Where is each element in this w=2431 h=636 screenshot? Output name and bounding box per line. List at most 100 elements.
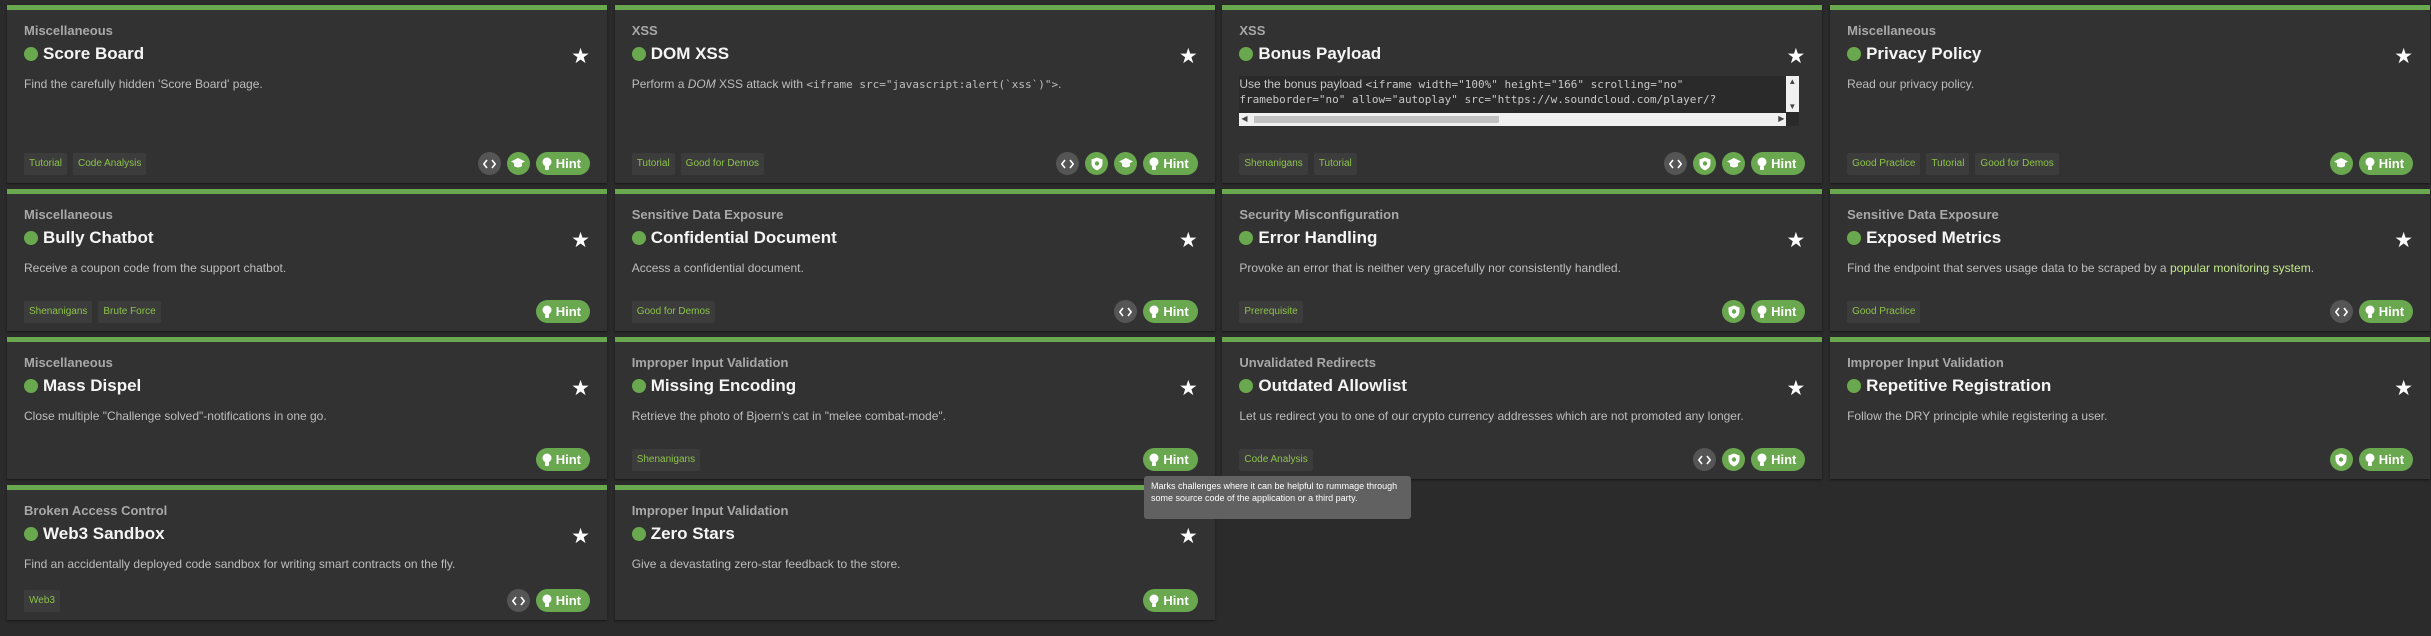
tag[interactable]: Prerequisite — [1239, 300, 1303, 323]
tag[interactable]: Brute Force — [98, 300, 161, 323]
shield-icon[interactable] — [2329, 448, 2353, 471]
hint-button[interactable]: Hint — [1751, 448, 1806, 471]
challenge-description: Close multiple "Challenge solved"-notifi… — [24, 409, 327, 423]
challenge-category: Miscellaneous — [24, 355, 113, 370]
challenge-category: Improper Input Validation — [1847, 355, 2004, 370]
tag[interactable]: Tutorial — [1926, 152, 1970, 175]
challenge-description: Find the carefully hidden 'Score Board' … — [24, 77, 263, 91]
code-icon[interactable] — [1056, 152, 1080, 175]
challenge-card: Improper Input Validation Missing Encodi… — [614, 337, 1215, 479]
tag[interactable]: Good for Demos — [631, 300, 716, 323]
star-icon: ★ — [571, 377, 590, 400]
hint-button[interactable]: Hint — [1143, 152, 1198, 175]
hint-label: Hint — [1163, 156, 1189, 171]
shield-icon[interactable] — [1722, 448, 1746, 471]
code-icon[interactable] — [1114, 300, 1138, 323]
challenge-title: Outdated Allowlist — [1258, 376, 1407, 395]
lightbulb-icon — [1149, 157, 1159, 170]
challenge-card: Security Misconfiguration Error Handling… — [1222, 189, 1823, 331]
hint-button[interactable]: Hint — [535, 448, 590, 471]
tag[interactable]: Shenanigans — [631, 448, 701, 471]
hint-button[interactable]: Hint — [535, 152, 590, 175]
solved-status-dot — [24, 47, 38, 61]
star-icon: ★ — [571, 229, 590, 252]
graduation-cap-icon[interactable] — [2329, 152, 2353, 175]
code-icon[interactable] — [2329, 300, 2353, 323]
hint-button[interactable]: Hint — [1143, 589, 1198, 612]
solved-status-dot — [24, 231, 38, 245]
hint-button[interactable]: Hint — [535, 300, 590, 323]
lightbulb-icon — [542, 305, 552, 318]
challenge-title: Mass Dispel — [43, 376, 142, 395]
hint-label: Hint — [555, 304, 581, 319]
tag[interactable]: Web3 — [24, 589, 60, 612]
tag[interactable]: Good for Demos — [1975, 152, 2059, 175]
solved-status-dot — [631, 231, 646, 245]
hint-button[interactable]: Hint — [1143, 448, 1198, 471]
star-icon: ★ — [571, 525, 590, 548]
challenge-category: Miscellaneous — [24, 207, 113, 222]
tag[interactable]: Good for Demos — [680, 152, 765, 175]
graduation-cap-icon[interactable] — [1114, 152, 1138, 175]
hint-label: Hint — [555, 452, 581, 467]
tag[interactable]: Good Practice — [1847, 300, 1921, 323]
tag[interactable]: Tutorial — [1313, 152, 1357, 175]
hint-label: Hint — [1163, 304, 1189, 319]
hint-button[interactable]: Hint — [1751, 300, 1806, 323]
challenge-description: Find the endpoint that serves usage data… — [1847, 261, 2315, 275]
challenge-title: Exposed Metrics — [1866, 228, 2002, 247]
shield-icon[interactable] — [1085, 152, 1109, 175]
star-icon: ★ — [1178, 229, 1198, 252]
challenge-card: Improper Input Validation Repetitive Reg… — [1830, 337, 2431, 479]
hint-label: Hint — [1771, 304, 1797, 319]
lightbulb-icon — [2365, 157, 2375, 170]
solved-status-dot — [631, 47, 646, 61]
tag[interactable]: Tutorial — [24, 152, 67, 175]
hint-button[interactable]: Hint — [535, 589, 590, 612]
code-icon[interactable] — [1664, 152, 1688, 175]
hint-button[interactable]: Hint — [2358, 300, 2414, 323]
code-icon[interactable] — [477, 152, 501, 175]
solved-status-dot — [1847, 379, 1862, 393]
hint-button[interactable]: Hint — [1751, 152, 1806, 175]
lightbulb-icon — [1757, 453, 1767, 466]
hint-button[interactable]: Hint — [2358, 448, 2414, 471]
challenge-card: Improper Input Validation Zero Stars ★ G… — [614, 485, 1215, 620]
hint-label: Hint — [1163, 593, 1189, 608]
tag[interactable]: Shenanigans — [24, 300, 93, 323]
lightbulb-icon — [2365, 453, 2375, 466]
hint-button[interactable]: Hint — [1143, 300, 1198, 323]
graduation-cap-icon[interactable] — [506, 152, 530, 175]
graduation-cap-icon[interactable] — [1722, 152, 1746, 175]
code-icon[interactable] — [506, 589, 530, 612]
challenge-category: Broken Access Control — [24, 503, 168, 518]
tag[interactable]: Good Practice — [1847, 152, 1921, 175]
challenge-title: Bully Chatbot — [43, 228, 154, 247]
challenge-description: Retrieve the photo of Bjoern's cat in "m… — [631, 409, 946, 423]
hint-button[interactable]: Hint — [2358, 152, 2414, 175]
challenge-category: Miscellaneous — [1847, 23, 1936, 38]
payload-scroll-box[interactable]: Use the bonus payload <iframe width="100… — [1239, 76, 1800, 126]
tag[interactable]: Code Analysis — [1239, 448, 1313, 471]
solved-status-dot — [631, 527, 646, 541]
code-icon[interactable] — [1693, 448, 1717, 471]
shield-icon[interactable] — [1693, 152, 1717, 175]
lightbulb-icon — [2365, 305, 2375, 318]
horizontal-scrollbar[interactable]: ◀ ▶ — [1239, 113, 1787, 126]
challenge-category: XSS — [1239, 23, 1266, 38]
challenge-description: Use the bonus payload <iframe width="100… — [1239, 77, 1717, 106]
challenge-card: Miscellaneous Mass Dispel ★ Close multip… — [7, 337, 607, 479]
shield-icon[interactable] — [1722, 300, 1746, 323]
challenge-card: Unvalidated Redirects Outdated Allowlist… — [1222, 337, 1823, 479]
tag[interactable]: Shenanigans — [1239, 152, 1308, 175]
tag[interactable]: Tutorial — [631, 152, 675, 175]
tag[interactable]: Code Analysis — [72, 152, 147, 175]
vertical-scrollbar[interactable]: ▲ ▼ — [1786, 76, 1800, 112]
challenge-card: XSS Bonus Payload ★ Use the bonus payloa… — [1222, 5, 1823, 183]
lightbulb-icon — [1757, 157, 1767, 170]
monitoring-system-link[interactable]: popular monitoring system — [2170, 261, 2311, 275]
lightbulb-icon — [542, 453, 552, 466]
challenge-card: Miscellaneous Bully Chatbot ★ Receive a … — [7, 189, 607, 331]
solved-status-dot — [24, 379, 38, 393]
solved-status-dot — [1239, 231, 1254, 245]
